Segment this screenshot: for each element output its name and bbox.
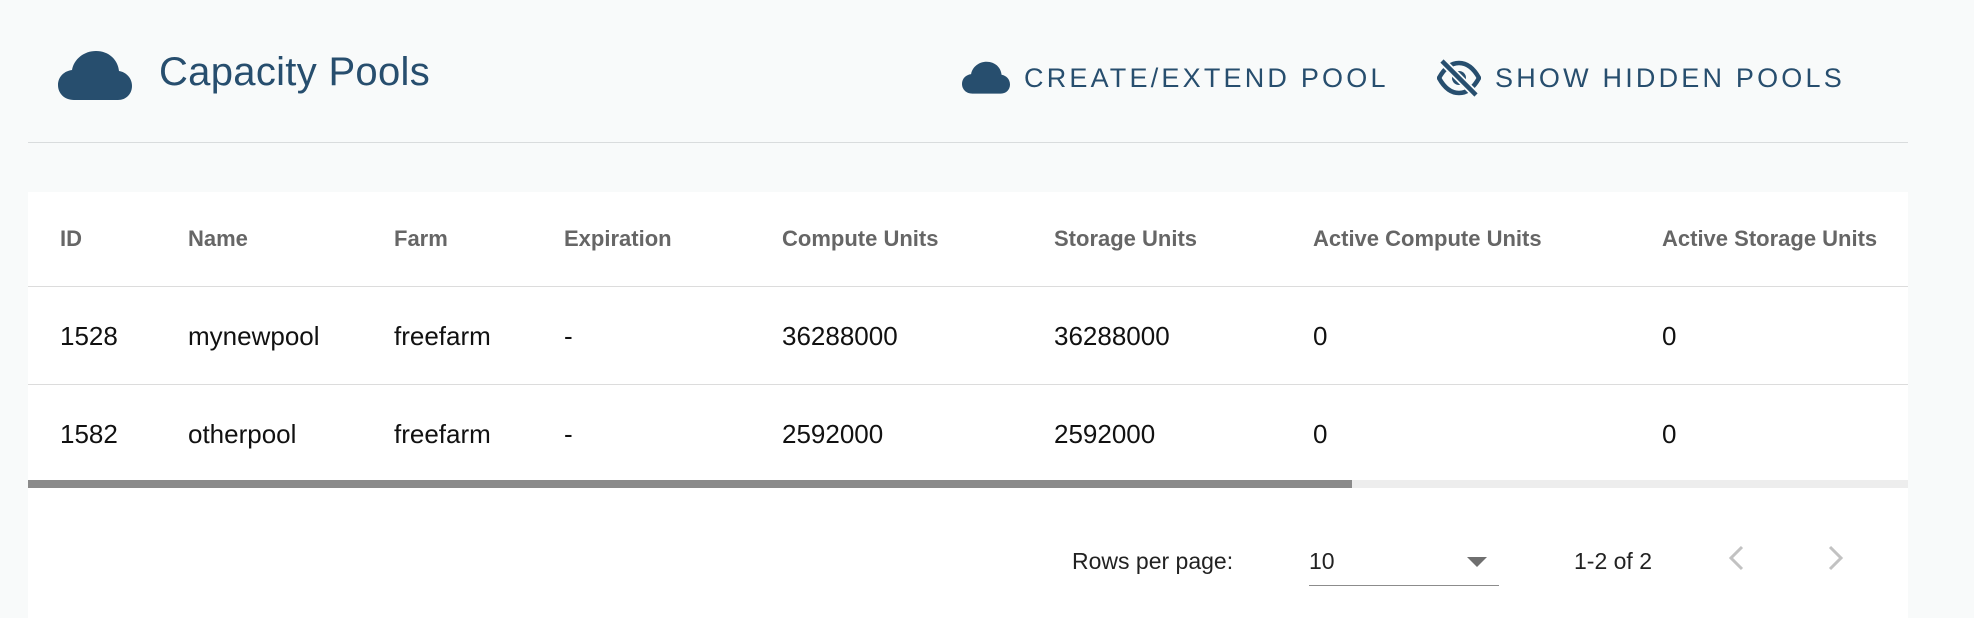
- cell-farm: freefarm: [394, 419, 491, 449]
- cell-active-compute-units: 0: [1313, 419, 1328, 449]
- column-header-expiration[interactable]: Expiration: [564, 192, 672, 286]
- page-title: Capacity Pools: [159, 50, 430, 94]
- scrollbar-thumb[interactable]: [28, 480, 1352, 488]
- cell-active-storage-units: 0: [1662, 321, 1677, 351]
- column-header-active-compute-units[interactable]: Active Compute Units: [1313, 192, 1542, 286]
- chevron-down-icon: [1467, 557, 1487, 567]
- column-header-active-storage-units[interactable]: Active Storage Units: [1662, 192, 1877, 286]
- show-hidden-pools-button[interactable]: SHOW HIDDEN POOLS: [1437, 56, 1845, 100]
- cell-farm: freefarm: [394, 321, 491, 351]
- show-hidden-pools-label: SHOW HIDDEN POOLS: [1495, 62, 1845, 93]
- cell-expiration: -: [564, 321, 573, 351]
- cell-compute-units: 2592000: [782, 419, 884, 449]
- column-header-farm[interactable]: Farm: [394, 192, 448, 286]
- pools-table: ID Name Farm Expiration Compute Units St…: [28, 192, 1908, 618]
- cell-name: mynewpool: [188, 321, 320, 351]
- cell-expiration: -: [564, 419, 573, 449]
- eye-off-icon: [1437, 58, 1481, 98]
- cell-storage-units: 2592000: [1054, 419, 1156, 449]
- cell-compute-units: 36288000: [782, 321, 898, 351]
- column-header-name[interactable]: Name: [188, 192, 248, 286]
- cloud-icon: [962, 61, 1010, 94]
- rows-per-page-select[interactable]: 10: [1309, 536, 1499, 586]
- cell-active-compute-units: 0: [1313, 321, 1328, 351]
- table-pagination: Rows per page: 10 1-2 of 2: [28, 488, 1908, 618]
- horizontal-scrollbar[interactable]: [28, 480, 1908, 488]
- chevron-left-icon[interactable]: [1717, 538, 1757, 578]
- chevron-right-icon[interactable]: [1815, 538, 1855, 578]
- column-header-id[interactable]: ID: [60, 192, 82, 286]
- cell-active-storage-units: 0: [1662, 419, 1677, 449]
- create-extend-pool-button[interactable]: CREATE/EXTEND POOL: [962, 56, 1389, 100]
- cell-name: otherpool: [188, 419, 297, 449]
- rows-per-page-label: Rows per page:: [1072, 548, 1234, 574]
- page-header: Capacity Pools CREATE/EXTEND POOL SHOW H…: [28, 0, 1908, 143]
- column-header-storage-units[interactable]: Storage Units: [1054, 192, 1197, 286]
- column-header-compute-units[interactable]: Compute Units: [782, 192, 938, 286]
- cell-id: 1582: [60, 419, 118, 449]
- create-extend-pool-label: CREATE/EXTEND POOL: [1024, 62, 1389, 93]
- pagination-range: 1-2 of 2: [1574, 548, 1652, 574]
- cloud-icon: [58, 51, 132, 100]
- table-row[interactable]: 1582 otherpool freefarm - 2592000 259200…: [28, 384, 1908, 482]
- rows-per-page-value: 10: [1309, 548, 1335, 574]
- cell-id: 1528: [60, 321, 118, 351]
- cell-storage-units: 36288000: [1054, 321, 1170, 351]
- table-row[interactable]: 1528 mynewpool freefarm - 36288000 36288…: [28, 286, 1908, 384]
